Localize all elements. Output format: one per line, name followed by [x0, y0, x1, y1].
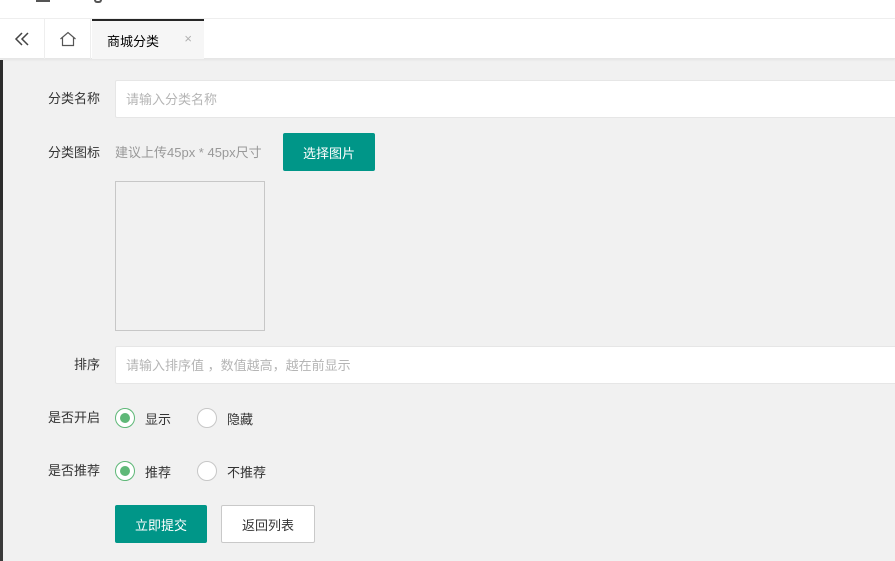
menu-icon[interactable] — [36, 0, 50, 2]
enabled-label: 是否开启 — [47, 410, 100, 425]
radio-dot — [120, 466, 130, 476]
back-to-list-button[interactable]: 返回列表 — [221, 505, 315, 543]
sort-input[interactable] — [115, 346, 895, 384]
radio-circle — [115, 461, 135, 481]
radio-circle — [115, 408, 135, 428]
radio-label: 显示 — [145, 411, 172, 427]
tab-mall-category[interactable]: 商城分类 × — [92, 19, 204, 59]
double-chevron-left-icon — [14, 32, 29, 46]
sidebar-edge — [0, 60, 5, 561]
tab-label: 商城分类 — [107, 33, 160, 49]
radio-circle — [197, 461, 217, 481]
icon-preview — [115, 181, 265, 331]
category-name-input[interactable] — [115, 80, 895, 118]
radio-hide[interactable]: 隐藏 — [197, 408, 253, 428]
top-header-strip — [0, 0, 895, 19]
category-name-label: 分类名称 — [47, 91, 100, 106]
close-icon[interactable]: × — [184, 32, 192, 46]
submit-button[interactable]: 立即提交 — [115, 505, 207, 543]
category-icon-label: 分类图标 — [47, 145, 100, 160]
radio-recommend[interactable]: 推荐 — [115, 461, 171, 481]
radio-label: 推荐 — [145, 464, 172, 480]
choose-image-button[interactable]: 选择图片 — [283, 133, 375, 171]
tab-scroll-left-button[interactable] — [0, 19, 45, 59]
tab-home[interactable] — [45, 19, 91, 59]
home-icon — [59, 31, 76, 47]
sort-label: 排序 — [73, 357, 100, 372]
radio-label: 不推荐 — [227, 464, 267, 480]
radio-circle — [197, 408, 217, 428]
radio-not-recommend[interactable]: 不推荐 — [197, 461, 266, 481]
radio-show[interactable]: 显示 — [115, 408, 171, 428]
radio-label: 隐藏 — [227, 411, 254, 427]
radio-dot — [120, 413, 130, 423]
recommend-label: 是否推荐 — [47, 463, 100, 478]
upload-size-hint: 建议上传45px * 45px尺寸 — [115, 145, 262, 160]
tab-bar: 商城分类 × — [0, 19, 895, 59]
refresh-icon[interactable] — [94, 0, 102, 3]
